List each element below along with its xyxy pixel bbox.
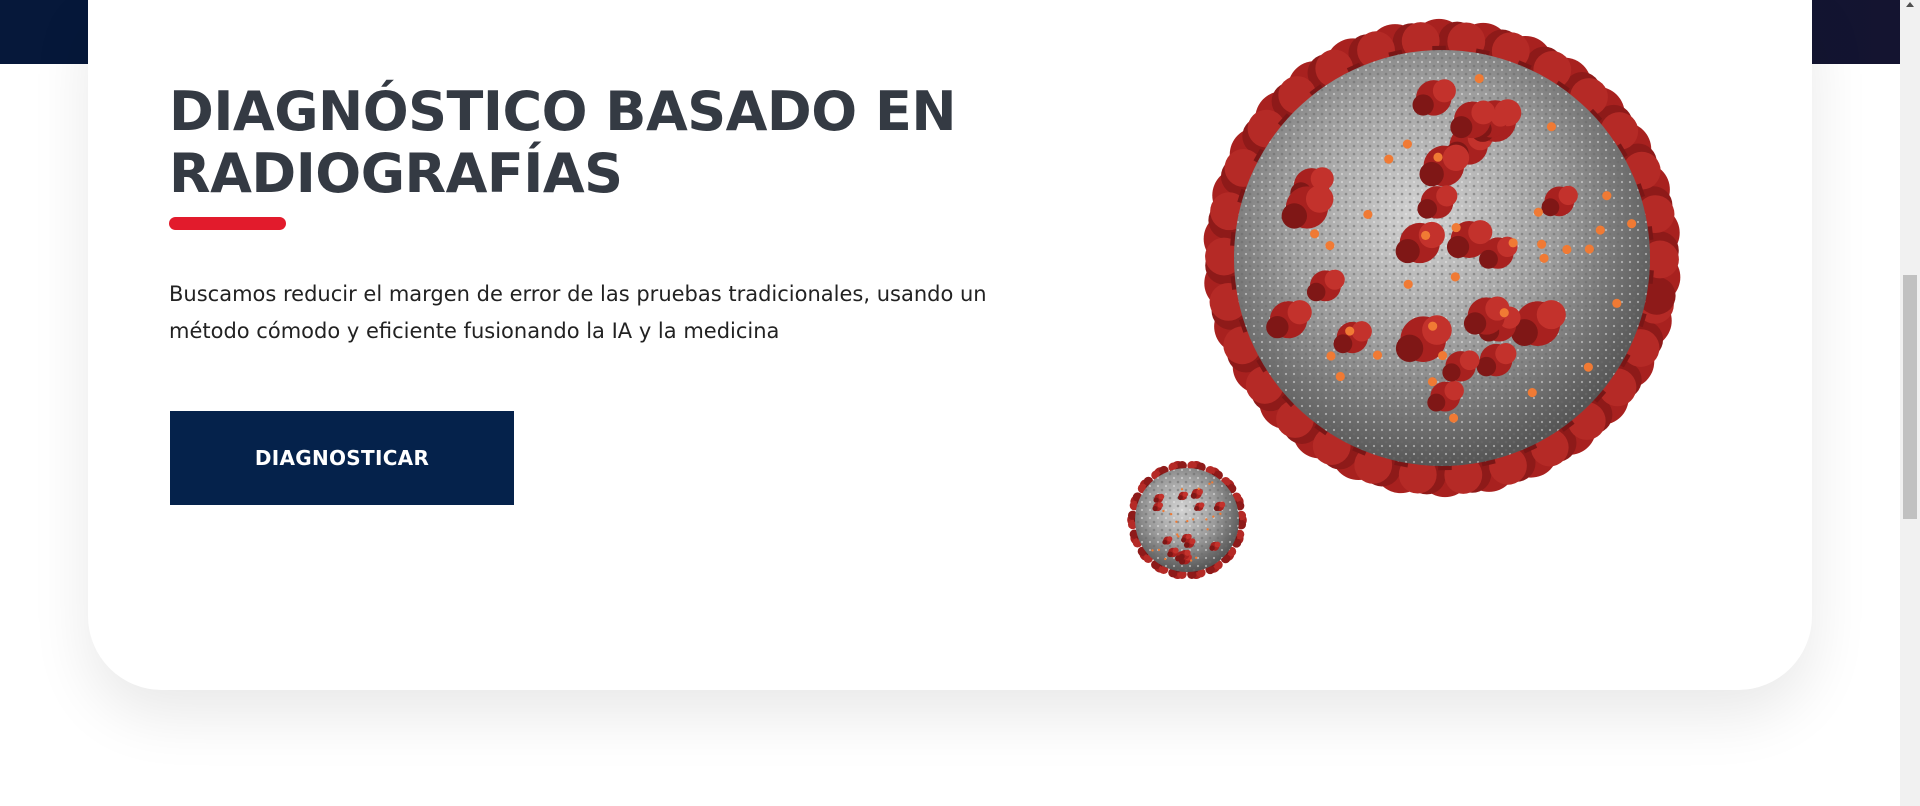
virus-dot <box>1190 559 1193 562</box>
virus-dot <box>1595 225 1605 235</box>
virus-dot <box>1448 413 1459 423</box>
virus-dot <box>1195 556 1198 559</box>
virus-dot <box>1450 272 1460 282</box>
virus-dot <box>1205 518 1208 521</box>
virus-dot <box>1537 239 1547 249</box>
virus-dot <box>1428 321 1438 331</box>
virus-dot <box>1546 122 1557 132</box>
virus-dot <box>1403 279 1413 289</box>
virus-dot <box>1527 387 1537 398</box>
virus-dot <box>1170 512 1173 516</box>
virus-dot <box>1325 240 1335 251</box>
scrollbar[interactable] <box>1900 0 1920 806</box>
virus-dot <box>1177 535 1180 538</box>
virus-dot <box>1402 139 1412 149</box>
virus-dot <box>1499 308 1509 318</box>
virus-dot <box>1212 515 1215 518</box>
virus-dot <box>1157 548 1161 551</box>
virus-dot <box>1474 73 1484 84</box>
virus-dot <box>1539 253 1549 263</box>
virus-dot <box>1326 351 1336 361</box>
virus-dot <box>1197 487 1200 490</box>
virus-dot <box>1583 362 1593 372</box>
virus-dot <box>1421 230 1431 241</box>
large-virus <box>1203 18 1681 498</box>
virus-dot <box>1180 488 1184 491</box>
virus-dot <box>1211 481 1214 484</box>
virus-dot <box>1451 223 1461 233</box>
virus-dot <box>1427 377 1438 387</box>
virus-dot <box>1151 549 1154 552</box>
virus-dot <box>1602 191 1612 201</box>
virus-dot <box>1562 244 1572 255</box>
virus-dot <box>1345 326 1355 336</box>
virus-dot <box>1627 219 1637 229</box>
small-virus <box>1127 460 1247 580</box>
virus-dot <box>1176 533 1179 536</box>
virus-dot <box>1310 229 1320 239</box>
virus-dot <box>1508 238 1518 248</box>
virus-dot <box>1164 557 1167 561</box>
virus-dot <box>1206 528 1209 531</box>
scrollbar-thumb[interactable] <box>1903 275 1917 519</box>
scroll-up-arrow-icon[interactable] <box>1906 2 1914 7</box>
virus-dot <box>1192 518 1195 521</box>
virus-dot <box>1384 154 1394 164</box>
virus-dot <box>1219 512 1222 515</box>
virus-dot <box>1162 509 1165 513</box>
virus-dot <box>1438 351 1448 361</box>
coronavirus-illustration <box>1127 18 1681 580</box>
virus-dot <box>1612 298 1622 308</box>
virus-dot <box>1186 519 1189 523</box>
virus-dot <box>1363 209 1373 220</box>
virus-dot <box>1584 244 1594 254</box>
virus-dot <box>1208 482 1211 485</box>
virus-dot <box>1433 152 1443 162</box>
virus-dot <box>1372 350 1383 360</box>
virus-dot <box>1335 371 1345 382</box>
virus-dot <box>1175 520 1178 523</box>
virus-dot <box>1533 207 1543 217</box>
